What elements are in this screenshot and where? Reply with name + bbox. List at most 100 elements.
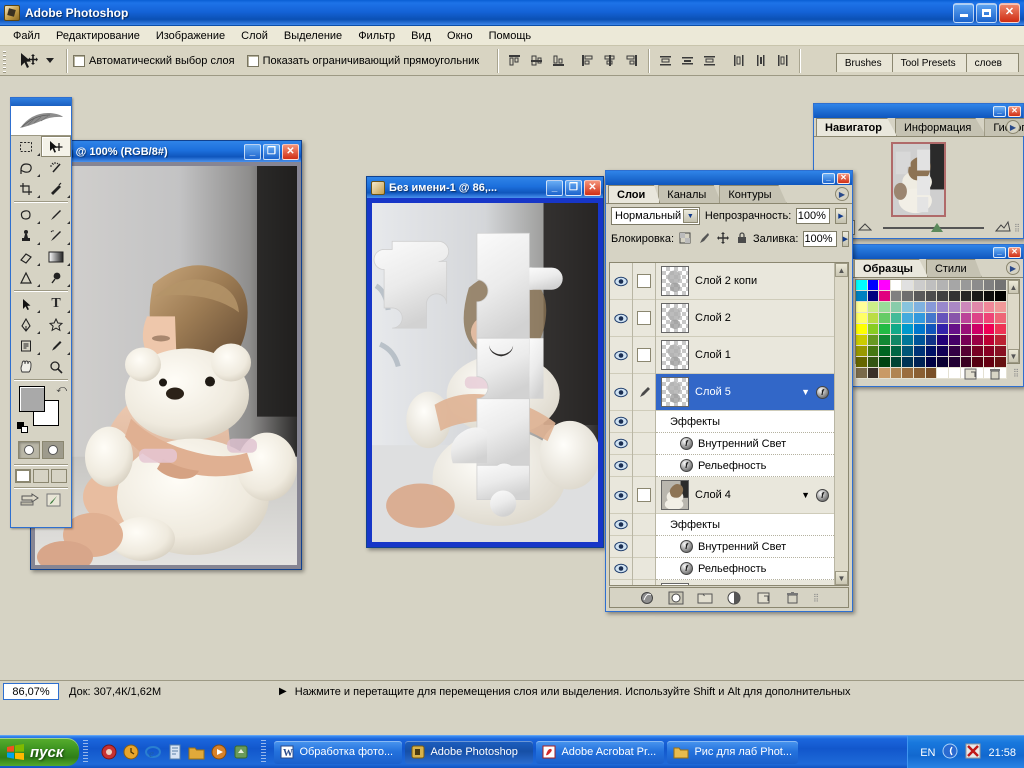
task-button-word[interactable]: W Обработка фото... xyxy=(274,740,403,764)
delete-layer-button[interactable] xyxy=(784,590,800,605)
menu-help[interactable]: Помощь xyxy=(482,28,539,44)
layers-minimize-button[interactable]: _ xyxy=(822,172,835,184)
color-swatch[interactable] xyxy=(914,357,926,368)
color-swatch[interactable] xyxy=(902,335,915,346)
color-swatch[interactable] xyxy=(937,357,949,368)
color-swatch[interactable] xyxy=(879,291,891,302)
new-layer-button[interactable] xyxy=(755,590,771,605)
color-swatch[interactable] xyxy=(879,302,891,313)
color-swatch[interactable] xyxy=(960,357,973,368)
task-button-photoshop[interactable]: Adobe Photoshop xyxy=(405,740,534,764)
document-maximize-button[interactable]: ❐ xyxy=(565,179,582,196)
navigator-zoom-slider[interactable] xyxy=(875,220,992,235)
color-swatch[interactable] xyxy=(890,324,903,335)
photo-canvas[interactable] xyxy=(35,166,297,565)
color-swatch[interactable] xyxy=(925,324,938,335)
color-swatch[interactable] xyxy=(856,280,868,291)
full-screen-with-menu-mode-button[interactable] xyxy=(33,469,49,483)
color-swatch[interactable] xyxy=(902,324,915,335)
healing-brush-tool[interactable] xyxy=(11,204,41,225)
delete-swatch-button[interactable] xyxy=(989,368,1001,383)
menu-window[interactable]: Окно xyxy=(440,28,480,44)
navigator-menu-button[interactable]: ▶ xyxy=(1006,120,1020,134)
color-swatch[interactable] xyxy=(972,302,984,313)
navigator-resize-grip[interactable]: ⣿ xyxy=(1014,223,1020,232)
effect-row[interactable]: f Внутренний Свет xyxy=(656,536,834,558)
layer-visibility-toggle[interactable] xyxy=(610,558,632,580)
hand-tool[interactable] xyxy=(11,356,41,377)
color-swatch[interactable] xyxy=(914,313,926,324)
standard-mode-button[interactable] xyxy=(18,441,40,459)
layer-visibility-toggle[interactable] xyxy=(610,514,632,536)
layer-link-toggle[interactable] xyxy=(633,263,655,300)
color-swatch[interactable] xyxy=(856,324,868,335)
start-button[interactable]: пуск xyxy=(0,738,80,766)
color-swatch[interactable] xyxy=(948,280,961,291)
color-swatch[interactable] xyxy=(983,291,996,302)
color-swatch[interactable] xyxy=(890,302,903,313)
color-swatch[interactable] xyxy=(902,280,915,291)
color-swatch[interactable] xyxy=(914,291,926,302)
document-titlebar[interactable]: Без имени-1 @ 86,... _ ❐ ✕ xyxy=(366,176,604,198)
default-colors-icon[interactable] xyxy=(17,422,29,434)
fill-stepper-icon[interactable]: ▶ xyxy=(841,231,849,247)
color-swatch[interactable] xyxy=(879,324,891,335)
layer-thumbnail[interactable] xyxy=(661,266,689,296)
tab-info[interactable]: Информация xyxy=(894,118,987,136)
zoom-out-icon[interactable] xyxy=(857,220,873,235)
color-swatch[interactable] xyxy=(972,291,984,302)
color-swatch[interactable] xyxy=(960,302,973,313)
layer-thumbnail[interactable] xyxy=(661,303,689,333)
opacity-value[interactable]: 100% xyxy=(796,208,830,224)
status-zoom-field[interactable]: 86,07% xyxy=(3,683,59,700)
navigator-close-button[interactable]: ✕ xyxy=(1008,105,1021,117)
palette-well-tab-tool-presets[interactable]: Tool Presets xyxy=(891,53,967,72)
color-swatch[interactable] xyxy=(983,313,996,324)
layer-thumbnail[interactable] xyxy=(661,340,689,370)
layer-link-toggle[interactable] xyxy=(633,337,655,374)
scroll-down-arrow-icon[interactable]: ▼ xyxy=(835,571,848,585)
foreground-color-swatch[interactable] xyxy=(19,386,45,412)
color-swatch[interactable] xyxy=(890,346,903,357)
layer-link-toggle[interactable] xyxy=(633,477,655,514)
swatches-resize-grip[interactable]: ⣿ xyxy=(1013,368,1019,383)
navigator-titlebar[interactable]: _ ✕ xyxy=(814,104,1023,118)
color-swatch[interactable] xyxy=(925,291,938,302)
color-swatch[interactable] xyxy=(995,335,1007,346)
layer-thumbnail[interactable] xyxy=(661,377,689,407)
distribute-top-icon[interactable] xyxy=(655,50,676,71)
color-swatch[interactable] xyxy=(983,302,996,313)
color-swatch[interactable] xyxy=(914,280,926,291)
antivirus-icon[interactable] xyxy=(965,743,981,762)
distribute-right-icon[interactable] xyxy=(772,50,793,71)
color-swatch[interactable] xyxy=(914,335,926,346)
layer-row[interactable]: Слой 4 ▼ f xyxy=(656,477,834,514)
layer-effects-icon[interactable]: f xyxy=(816,385,829,399)
color-swatch[interactable] xyxy=(972,324,984,335)
clone-stamp-tool[interactable] xyxy=(11,225,41,246)
color-swatch[interactable] xyxy=(948,324,961,335)
swatches-grid[interactable] xyxy=(856,280,1007,379)
blend-mode-select[interactable]: Нормальный ▼ xyxy=(611,207,700,225)
color-swatch[interactable] xyxy=(948,346,961,357)
color-swatch[interactable] xyxy=(925,346,938,357)
new-swatch-button[interactable] xyxy=(964,368,977,383)
effect-row[interactable]: f Рельефность xyxy=(656,558,834,580)
new-group-button[interactable] xyxy=(697,590,713,605)
layer-row[interactable]: Слой 2 xyxy=(656,300,834,337)
color-swatch[interactable] xyxy=(879,335,891,346)
layer-row[interactable]: Фон xyxy=(656,580,834,585)
color-swatch[interactable] xyxy=(983,335,996,346)
opacity-stepper-icon[interactable]: ▶ xyxy=(834,208,848,224)
color-swatch[interactable] xyxy=(879,280,891,291)
tab-paths[interactable]: Контуры xyxy=(719,185,787,203)
layers-resize-grip[interactable]: ⣿ xyxy=(813,593,819,602)
color-swatch[interactable] xyxy=(890,368,903,379)
notepad-icon[interactable] xyxy=(166,744,183,761)
color-swatch[interactable] xyxy=(914,368,926,379)
distribute-horizontal-center-icon[interactable] xyxy=(750,50,771,71)
expand-fx-chevron-down-icon[interactable]: ▼ xyxy=(801,490,810,500)
color-swatch[interactable] xyxy=(890,357,903,368)
color-swatch[interactable] xyxy=(948,313,961,324)
auto-select-layer-checkbox[interactable]: Автоматический выбор слоя xyxy=(73,54,235,67)
